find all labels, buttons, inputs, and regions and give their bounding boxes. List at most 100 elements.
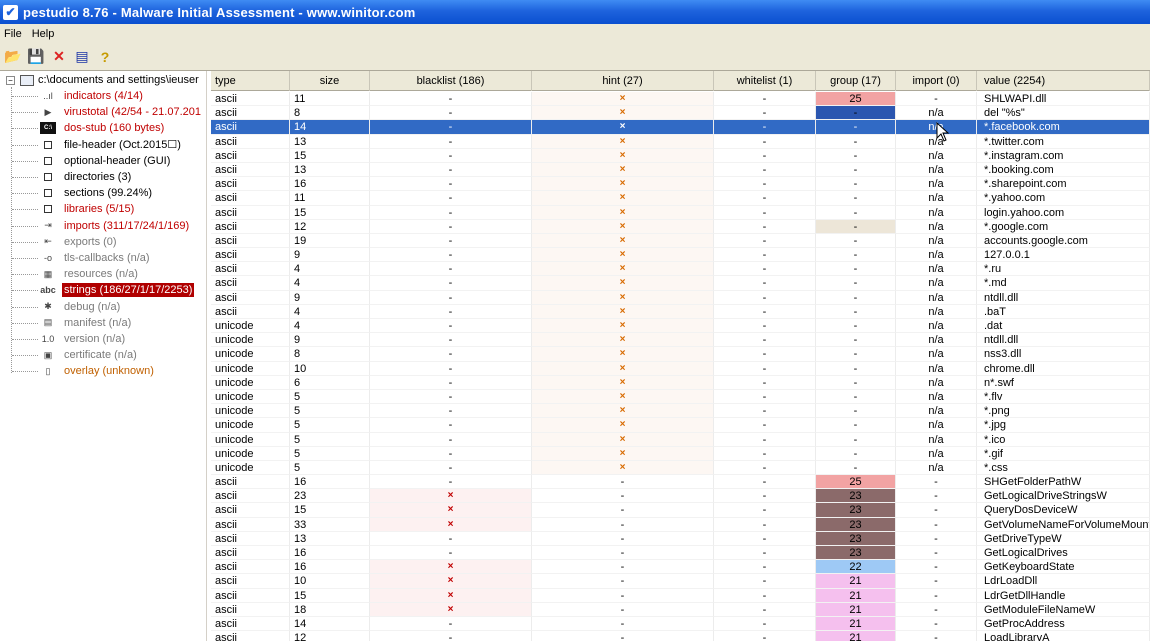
- cell-whitelist: -: [714, 248, 816, 263]
- cell-import: n/a: [896, 389, 977, 405]
- tree-item-label: certificate (n/a): [64, 349, 137, 362]
- table-row[interactable]: ascii 15 × - -23- QueryDosDeviceW: [211, 503, 1150, 518]
- table-row[interactable]: ascii 11- × -25- SHLWAPI.dll: [211, 92, 1150, 107]
- column-header-whitelist[interactable]: whitelist (1): [714, 71, 816, 91]
- table-row[interactable]: ascii 15- × - - n/a login.yahoo.com: [211, 205, 1150, 220]
- list-icon[interactable]: ▤: [71, 46, 93, 68]
- table-row[interactable]: unicode 5- × - - n/a *.flv: [211, 389, 1150, 405]
- tree-connector-line: [12, 355, 38, 357]
- cell-blacklist: ×: [370, 602, 532, 617]
- cell-blacklist: -: [370, 162, 532, 178]
- column-header-type[interactable]: type: [211, 71, 290, 91]
- column-header-size[interactable]: size: [290, 71, 370, 91]
- table-row[interactable]: ascii 13- × - - n/a *.twitter.com: [211, 134, 1150, 149]
- cell-blacklist: -: [370, 219, 532, 234]
- cell-value: accounts.google.com: [977, 233, 1150, 249]
- table-row[interactable]: unicode 5- × - - n/a *.ico: [211, 432, 1150, 447]
- cell-type: ascii: [211, 106, 290, 121]
- table-row[interactable]: ascii 15- × - - n/a *.instagram.com: [211, 148, 1150, 163]
- cell-hint: ×: [532, 304, 714, 319]
- table-row[interactable]: ascii 10 × - -21- LdrLoadDll: [211, 574, 1150, 589]
- column-header-hint[interactable]: hint (27): [532, 71, 714, 91]
- cell-type: ascii: [211, 92, 290, 107]
- table-row[interactable]: ascii 16 × - -22- GetKeyboardState: [211, 560, 1150, 575]
- cell-import: -: [896, 517, 977, 532]
- cell-hint: ×: [532, 389, 714, 405]
- cell-type: ascii: [211, 205, 290, 220]
- table-row[interactable]: ascii 12- - -21- LoadLibraryA: [211, 631, 1150, 641]
- cell-group: -: [816, 333, 896, 348]
- table-row[interactable]: ascii 13- × - - n/a *.booking.com: [211, 162, 1150, 178]
- table-row[interactable]: ascii 16- × - - n/a *.sharepoint.com: [211, 177, 1150, 192]
- table-row[interactable]: unicode 6- × - - n/a n*.swf: [211, 375, 1150, 390]
- mouse-cursor-icon: [936, 122, 950, 142]
- cell-group: -: [816, 120, 896, 135]
- menu-help[interactable]: Help: [28, 28, 61, 40]
- table-row[interactable]: ascii 4- × - - n/a *.md: [211, 276, 1150, 291]
- table-row[interactable]: ascii 11- × - - n/a *.yahoo.com: [211, 191, 1150, 206]
- cell-import: n/a: [896, 205, 977, 220]
- cell-size: 14: [290, 120, 370, 135]
- table-row[interactable]: unicode 5- × - - n/a *.gif: [211, 446, 1150, 461]
- column-header-value[interactable]: value (2254): [977, 71, 1150, 91]
- tree-item-label: version (n/a): [64, 333, 126, 345]
- table-row[interactable]: ascii 8- × - - n/a del "%s": [211, 106, 1150, 121]
- cell-size: 15: [290, 205, 370, 220]
- cell-whitelist: -: [714, 404, 816, 419]
- tree-root[interactable]: − c:\documents and settings\ieuser: [6, 73, 199, 87]
- cell-blacklist: -: [370, 304, 532, 319]
- cell-group: -: [816, 418, 896, 433]
- table-row[interactable]: unicode 5- × - - n/a *.png: [211, 404, 1150, 419]
- table-row[interactable]: ascii 18 × - -21- GetModuleFileNameW: [211, 602, 1150, 617]
- table-row[interactable]: ascii 15 × - -21- LdrGetDllHandle: [211, 588, 1150, 603]
- cell-type: ascii: [211, 219, 290, 234]
- table-row[interactable]: ascii 14- × - - n/a *.facebook.com: [211, 120, 1150, 135]
- table-row[interactable]: unicode 5- × - - n/a *.jpg: [211, 418, 1150, 433]
- cell-size: 5: [290, 460, 370, 476]
- cell-whitelist: -: [714, 319, 816, 334]
- menu-file[interactable]: File: [0, 28, 28, 40]
- cell-group: 25: [816, 92, 896, 107]
- table-row[interactable]: ascii 16- - -25- SHGetFolderPathW: [211, 475, 1150, 490]
- column-header-import[interactable]: import (0): [896, 71, 977, 91]
- cell-hint: -: [532, 503, 714, 518]
- table-row[interactable]: ascii 4- × - - n/a *.ru: [211, 262, 1150, 277]
- cell-size: 4: [290, 262, 370, 277]
- table-row[interactable]: unicode 8- × - - n/a nss3.dll: [211, 347, 1150, 362]
- cell-import: n/a: [896, 319, 977, 334]
- table-row[interactable]: ascii 9- × - - n/a 127.0.0.1: [211, 248, 1150, 263]
- table-row[interactable]: unicode 10- × - - n/a chrome.dll: [211, 361, 1150, 376]
- table-row[interactable]: ascii 16- - -23- GetLogicalDrives: [211, 546, 1150, 561]
- table-row[interactable]: ascii 19- × - - n/a accounts.google.com: [211, 233, 1150, 249]
- column-header-group[interactable]: group (17): [816, 71, 896, 91]
- cell-import: n/a: [896, 418, 977, 433]
- table-row[interactable]: unicode 5- × - - n/a *.css: [211, 460, 1150, 476]
- table-row[interactable]: ascii33×--23-GetVolumeNameForVolumeMount…: [211, 517, 1150, 532]
- cell-type: ascii: [211, 475, 290, 490]
- tree-connector-line: [12, 258, 38, 259]
- box-icon: [40, 154, 56, 168]
- collapse-icon[interactable]: −: [6, 75, 15, 85]
- tree-connector-line: [12, 193, 38, 195]
- cell-group: -: [816, 290, 896, 305]
- cell-size: 5: [290, 418, 370, 433]
- table-row[interactable]: ascii 23 × - -23- GetLogicalDriveStringsW: [211, 489, 1150, 504]
- table-row[interactable]: ascii 4- × - - n/a .baT: [211, 304, 1150, 319]
- close-icon[interactable]: ✕: [48, 46, 70, 68]
- cell-value: .dat: [977, 319, 1150, 334]
- cell-whitelist: -: [714, 290, 816, 305]
- table-row[interactable]: unicode 9- × - - n/a ntdll.dll: [211, 333, 1150, 348]
- table-row[interactable]: ascii 14- - -21- GetProcAddress: [211, 616, 1150, 632]
- save-icon[interactable]: 💾: [25, 46, 47, 68]
- cell-value: GetLogicalDriveStringsW: [977, 489, 1150, 504]
- cell-import: -: [896, 489, 977, 504]
- cell-blacklist: ×: [370, 517, 532, 532]
- column-header-blacklist[interactable]: blacklist (186): [370, 71, 532, 91]
- table-row[interactable]: unicode 4- × - - n/a .dat: [211, 319, 1150, 334]
- cell-import: n/a: [896, 106, 977, 121]
- table-row[interactable]: ascii 13- - -23- GetDriveTypeW: [211, 531, 1150, 546]
- table-row[interactable]: ascii 12- × - - n/a *.google.com: [211, 219, 1150, 234]
- open-folder-icon[interactable]: 📂: [2, 46, 24, 68]
- help-icon[interactable]: ?: [94, 46, 116, 68]
- table-row[interactable]: ascii 9- × - - n/a ntdll.dll: [211, 290, 1150, 305]
